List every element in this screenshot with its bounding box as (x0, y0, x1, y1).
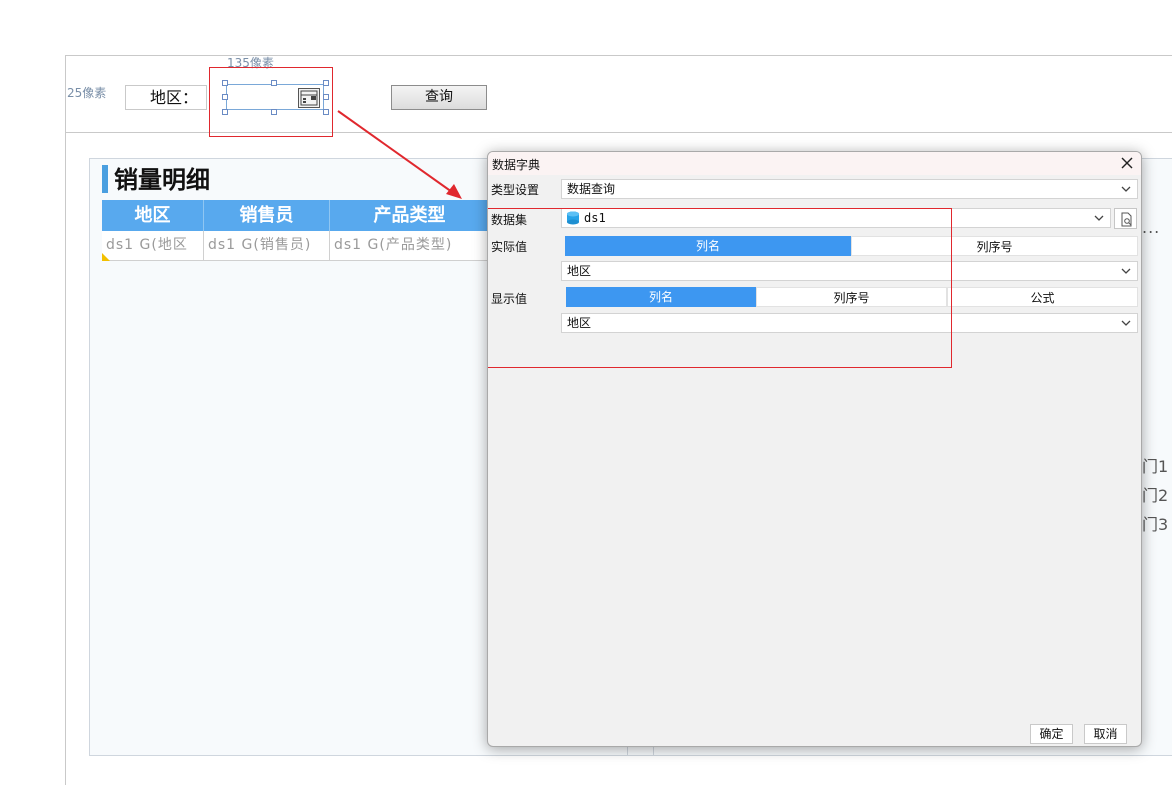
data-dictionary-dialog[interactable]: 数据字典 类型设置 数据查询 数据集 ds1 实际值 列名 列序号 地区 显示值… (487, 151, 1142, 747)
type-setting-select[interactable]: 数据查询 (561, 179, 1138, 199)
row-label: 门1 (1142, 457, 1169, 476)
row-label: 门2 (1142, 486, 1169, 505)
type-setting-label: 类型设置 (491, 183, 540, 197)
table-cell[interactable]: ds1 G(销售员) (204, 231, 330, 261)
chevron-down-icon (1121, 186, 1131, 192)
column-header[interactable]: 地区 (102, 200, 204, 231)
column-header[interactable]: 产品类型 (330, 200, 490, 231)
preview-dataset-button[interactable] (1114, 208, 1137, 229)
more-icon[interactable]: ... (1142, 218, 1160, 237)
chevron-down-icon (1121, 268, 1131, 274)
report-title: 销量明细 (114, 166, 210, 194)
query-button[interactable]: 查询 (391, 85, 487, 110)
type-setting-value: 数据查询 (567, 182, 616, 196)
combo-highlight-box (209, 67, 333, 137)
expand-marker-icon (102, 253, 110, 261)
row-label: 门3 (1142, 515, 1169, 534)
close-icon[interactable] (1119, 155, 1135, 171)
title-accent-bar (102, 165, 108, 193)
chevron-down-icon (1094, 215, 1104, 221)
preview-icon (1121, 212, 1132, 227)
table-cell[interactable]: ds1 G(地区 (102, 231, 204, 261)
region-label-widget[interactable]: 地区： (125, 85, 207, 110)
width-pixel-label: 25像素 (67, 86, 107, 100)
table-cell[interactable]: ds1 G(产品类型) (330, 231, 490, 261)
settings-highlight-box (488, 208, 952, 368)
display-tab-formula[interactable]: 公式 (947, 287, 1138, 307)
column-header[interactable]: 销售员 (204, 200, 330, 231)
chevron-down-icon (1121, 320, 1131, 326)
dialog-titlebar[interactable] (488, 152, 1141, 175)
ok-button[interactable]: 确定 (1030, 724, 1073, 744)
cancel-button[interactable]: 取消 (1084, 724, 1127, 744)
dialog-title: 数据字典 (492, 158, 541, 172)
